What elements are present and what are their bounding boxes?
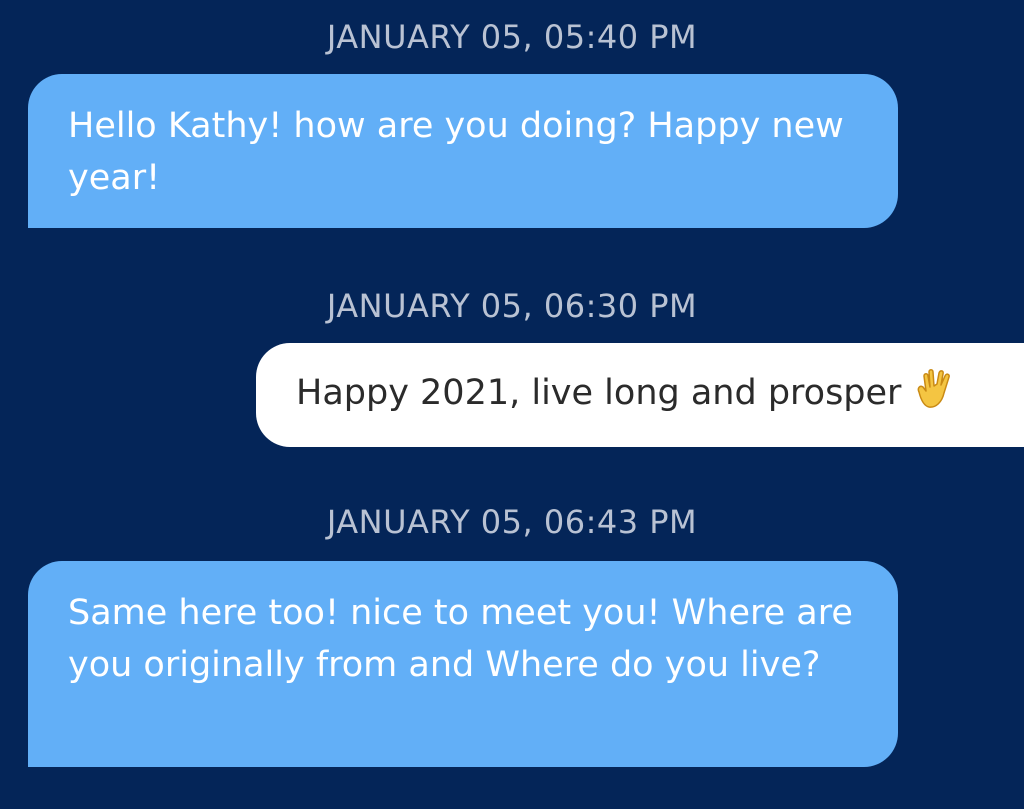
incoming-message-bubble[interactable]: Same here too! nice to meet you! Where a… [28, 561, 898, 767]
message-timestamp: JANUARY 05, 05:40 PM [326, 18, 698, 56]
outgoing-message-bubble[interactable]: Happy 2021, live long and prosper [256, 343, 1024, 447]
vulcan-salute-icon [918, 369, 951, 408]
message-timestamp: JANUARY 05, 06:43 PM [326, 503, 698, 541]
chat-thread: JANUARY 05, 05:40 PM Hello Kathy! how ar… [0, 0, 1024, 809]
incoming-message-bubble[interactable]: Hello Kathy! how are you doing? Happy ne… [28, 74, 898, 228]
message-text: Hello Kathy! how are you doing? Happy ne… [68, 106, 844, 198]
message-text: Same here too! nice to meet you! Where a… [68, 593, 853, 685]
message-timestamp: JANUARY 05, 06:30 PM [326, 287, 698, 325]
message-text: Happy 2021, live long and prosper [296, 373, 902, 413]
